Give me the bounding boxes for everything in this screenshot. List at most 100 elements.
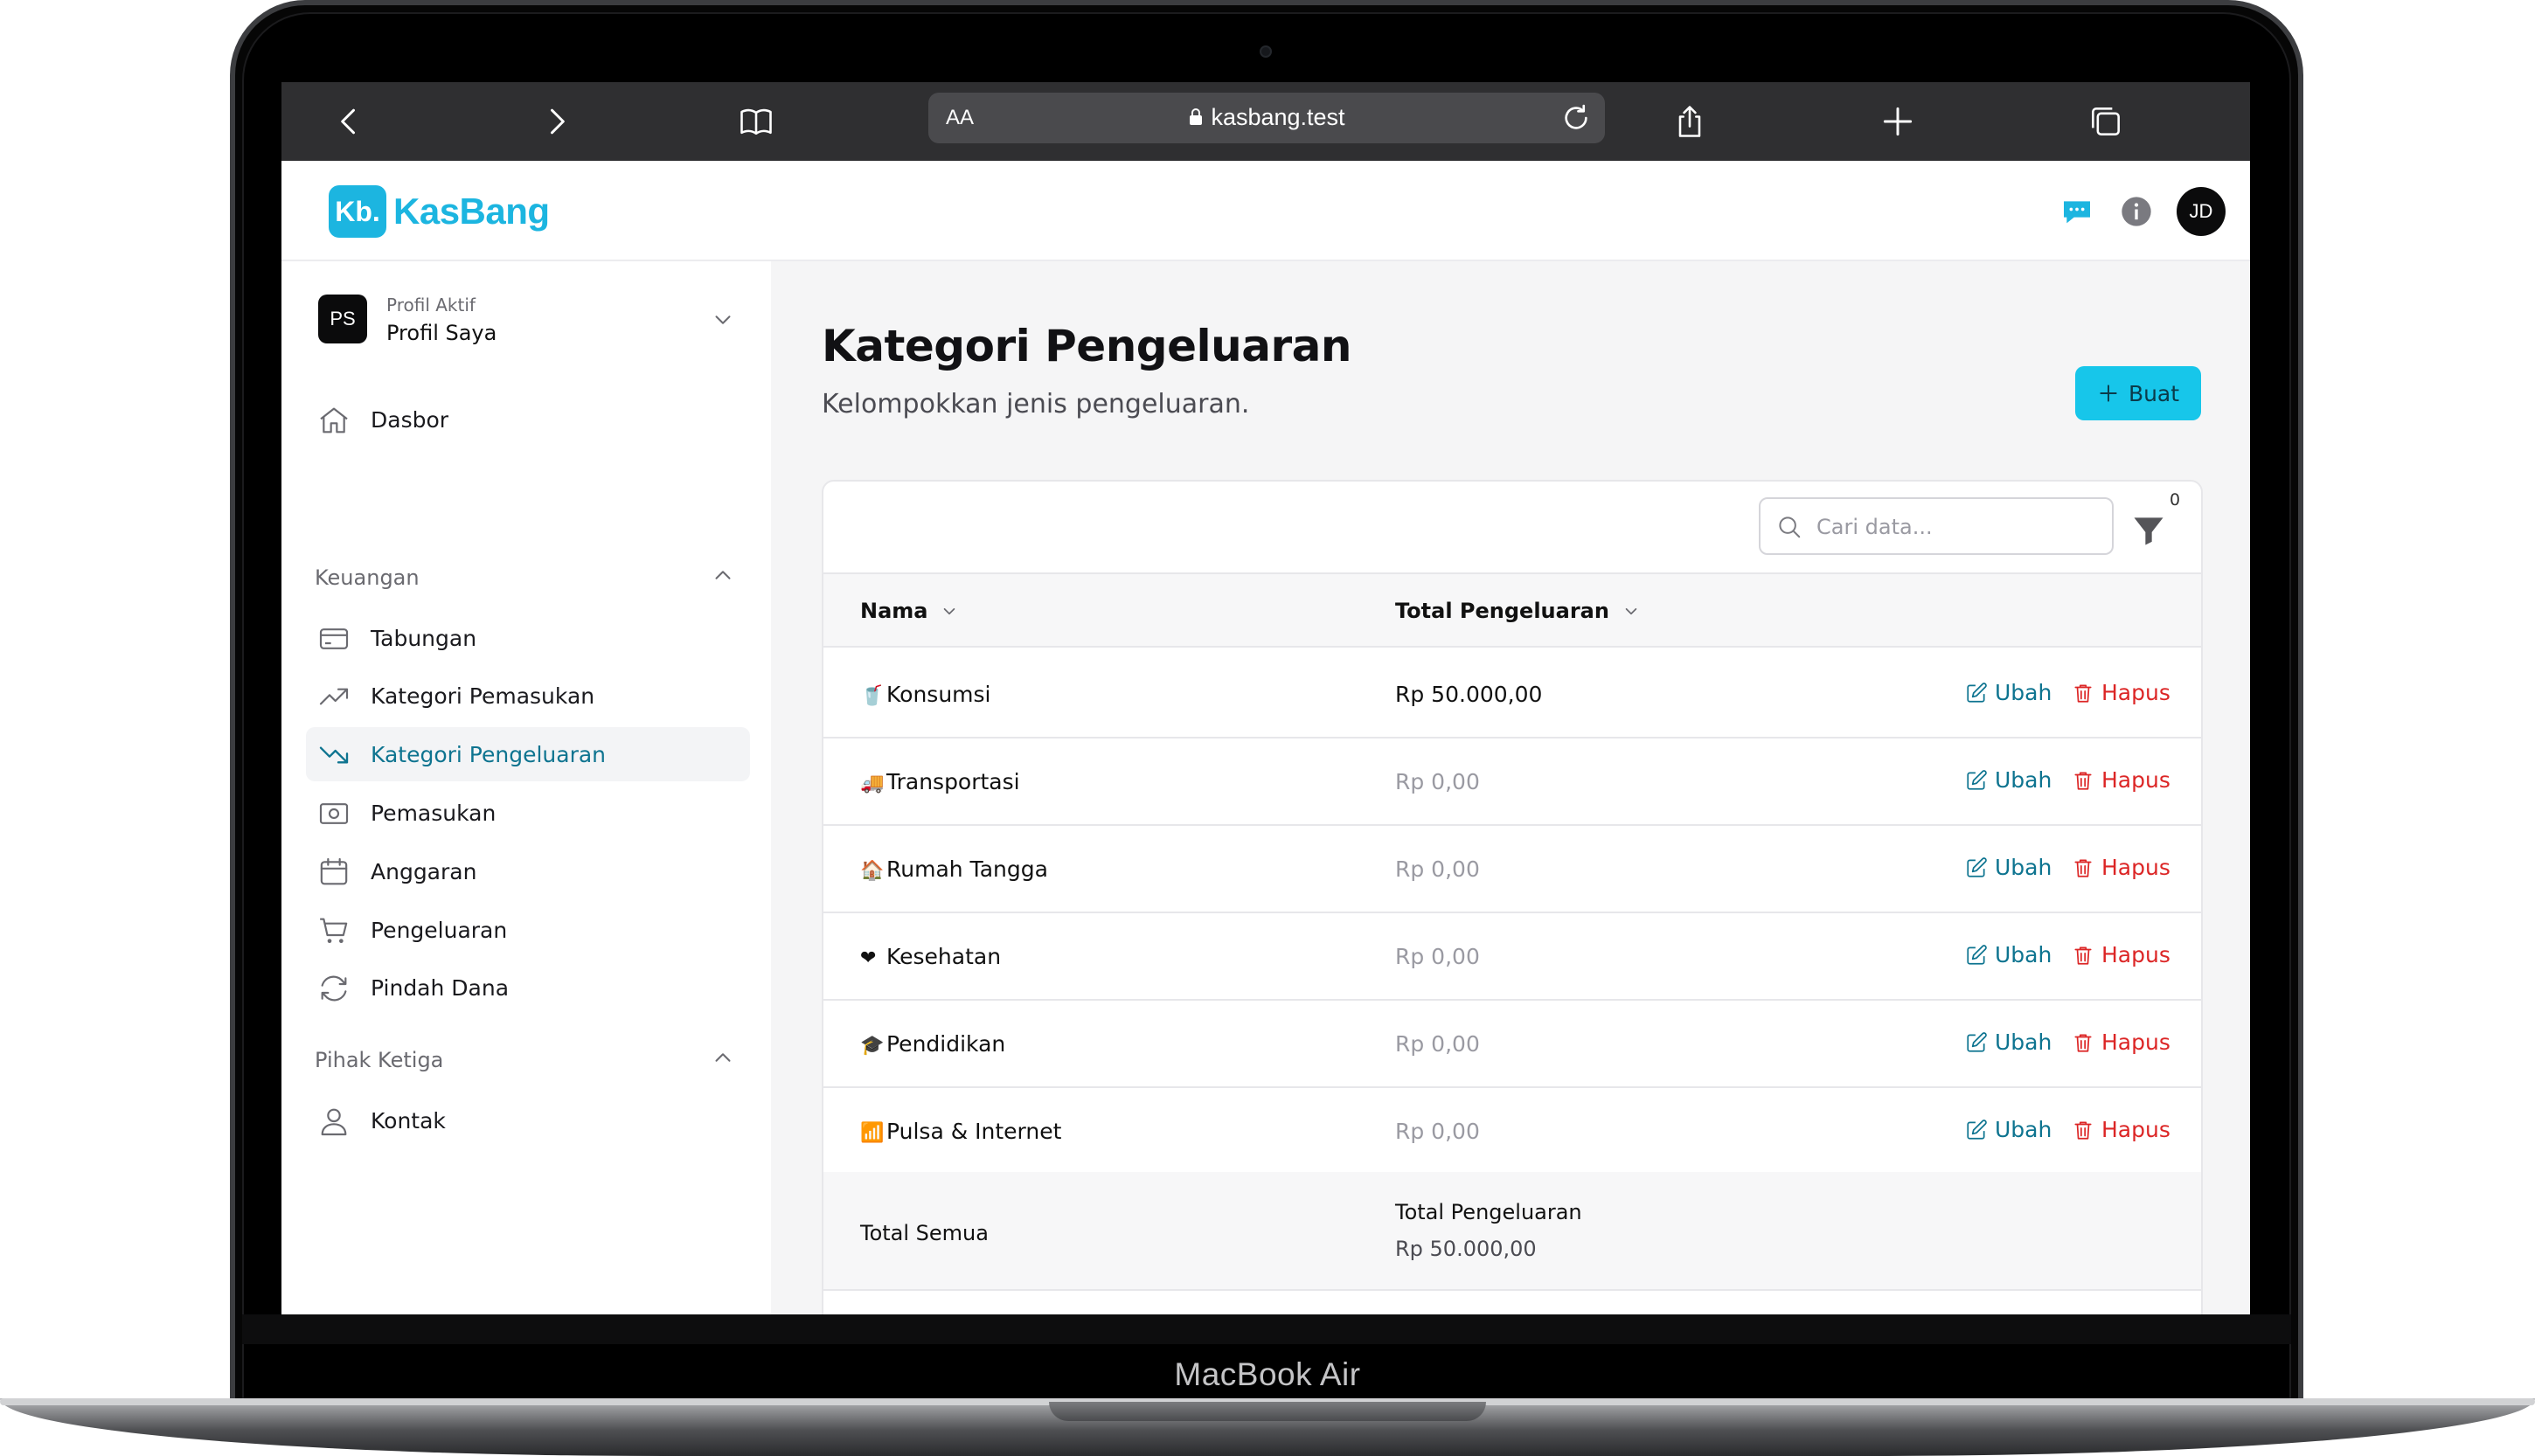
category-name-cell: 🏠 Rumah Tangga [860, 856, 1048, 882]
edit-button[interactable]: Ubah [1965, 855, 2052, 880]
laptop-notch [1049, 1402, 1486, 1421]
chevron-up-icon[interactable] [710, 562, 736, 588]
sidebar-item-contacts[interactable]: Kontak [306, 1093, 750, 1147]
footer-total-value: Rp 50.000,00 [1395, 1237, 1537, 1261]
chat-icon[interactable] [2059, 194, 2094, 229]
sidebar-item-dashboard[interactable]: Dasbor [306, 392, 750, 447]
tabs-icon [2092, 107, 2120, 135]
column-header-label: Total Pengeluaran [1395, 599, 1609, 623]
app-header: Kb. KasBang JD [281, 161, 2250, 261]
share-button[interactable] [1668, 100, 1712, 143]
edit-button[interactable]: Ubah [1965, 767, 2052, 793]
bezel-chin [242, 1314, 2291, 1344]
info-icon[interactable] [2119, 194, 2154, 229]
back-button[interactable] [327, 100, 371, 143]
sidebar-item-income[interactable]: Pemasukan [306, 786, 750, 840]
filter-icon[interactable] [2129, 511, 2168, 550]
delete-button[interactable]: Hapus [2072, 680, 2170, 705]
create-button[interactable]: Buat [2075, 366, 2201, 420]
delete-button[interactable]: Hapus [2072, 767, 2170, 793]
table-row: ❤ Kesehatan Rp 0,00 Ubah Hapus [823, 913, 2201, 1001]
category-total: Rp 0,00 [1395, 769, 1480, 794]
sidebar-item-income-categories[interactable]: Kategori Pemasukan [306, 669, 750, 723]
search-input[interactable] [1816, 511, 2096, 543]
edit-button-label: Ubah [1995, 767, 2052, 793]
create-button-label: Buat [2128, 380, 2180, 406]
reload-icon[interactable] [1558, 100, 1594, 136]
delete-button[interactable]: Hapus [2072, 1030, 2170, 1055]
edit-button[interactable]: Ubah [1965, 942, 2052, 967]
profile-badge: PS [318, 295, 367, 343]
sidebar-item-label: Kategori Pengeluaran [371, 742, 607, 767]
category-emoji: 🏠 [860, 860, 885, 882]
transfer-icon [321, 975, 347, 1002]
sidebar-item-expense-categories[interactable]: Kategori Pengeluaran [306, 727, 750, 781]
delete-button-label: Hapus [2101, 855, 2170, 880]
category-emoji: 🥤 [860, 685, 885, 707]
table-footer: Total Semua Total Pengeluaran Rp 50.000,… [823, 1172, 2201, 1291]
edit-button[interactable]: Ubah [1965, 680, 2052, 705]
delete-button-label: Hapus [2101, 1117, 2170, 1142]
sidebar-item-budget[interactable]: Anggaran [306, 844, 750, 898]
category-name-cell: 📶 Pulsa & Internet [860, 1119, 1061, 1144]
trash-icon [2074, 1120, 2092, 1140]
edit-button-label: Ubah [1995, 680, 2052, 705]
screen: AA kasbang.test Kb. KasBang JD PS Profil… [281, 82, 2250, 1314]
delete-button[interactable]: Hapus [2072, 1117, 2170, 1142]
filter-count-badge: 0 [2170, 490, 2181, 510]
category-emoji: 📶 [860, 1122, 885, 1144]
trash-icon [2074, 771, 2092, 790]
sidebar-item-label: Kontak [371, 1108, 446, 1134]
delete-button-label: Hapus [2101, 942, 2170, 967]
chevron-right-icon [551, 108, 565, 135]
edit-icon [1967, 682, 1987, 703]
column-header-total[interactable]: Total Pengeluaran [1395, 599, 1643, 623]
trend-up-icon [319, 688, 349, 705]
sidebar-item-label: Dasbor [371, 407, 449, 433]
category-name-cell: ❤ Kesehatan [860, 944, 1001, 969]
edit-button[interactable]: Ubah [1965, 1030, 2052, 1055]
column-header-name[interactable]: Nama [860, 599, 961, 623]
edit-icon [1967, 769, 1987, 790]
user-avatar[interactable]: JD [2177, 187, 2226, 236]
table-card: 0 Nama Total Pengeluaran 🥤Konsumsi Rp 50… [822, 480, 2203, 1314]
sidebar-item-expenses[interactable]: Pengeluaran [306, 903, 750, 957]
sidebar: PS Profil Aktif Profil Saya Dasbor Keuan… [281, 261, 771, 1314]
category-total: Rp 0,00 [1395, 856, 1480, 882]
sidebar-item-transfer[interactable]: Pindah Dana [306, 960, 750, 1015]
category-total: Rp 0,00 [1395, 1031, 1480, 1057]
footer-label: Total Semua [860, 1221, 989, 1245]
tabs-overview-button[interactable] [2084, 100, 2128, 143]
address-bar[interactable]: AA kasbang.test [928, 93, 1605, 143]
delete-button[interactable]: Hapus [2072, 855, 2170, 880]
table-row: 📶 Pulsa & Internet Rp 0,00 Ubah Hapus [823, 1088, 2201, 1175]
category-total: Rp 50.000,00 [1395, 682, 1543, 707]
profile-name: Profil Saya [386, 321, 497, 345]
sidebar-item-savings[interactable]: Tabungan [306, 611, 750, 665]
logo-text[interactable]: KasBang [393, 185, 550, 238]
plus-icon [1883, 107, 1913, 136]
category-name: Konsumsi [886, 682, 991, 707]
logo-mark[interactable]: Kb. [329, 185, 386, 238]
edit-button[interactable]: Ubah [1965, 1117, 2052, 1142]
category-total: Rp 0,00 [1395, 1119, 1480, 1144]
main-content: Kategori Pengeluaran Kelompokkan jenis p… [771, 261, 2250, 1314]
forward-button[interactable] [535, 100, 579, 143]
sidebar-item-label: Anggaran [371, 859, 477, 884]
table-header: Nama Total Pengeluaran [823, 572, 2201, 648]
edit-button-label: Ubah [1995, 1030, 2052, 1055]
category-total: Rp 0,00 [1395, 944, 1480, 969]
group-label-third-party: Pihak Ketiga [315, 1048, 444, 1072]
home-icon [320, 407, 348, 433]
edit-icon [1967, 1031, 1987, 1052]
bookmarks-button[interactable] [734, 100, 778, 143]
table-row: 🥤 Konsumsi Rp 50.000,00 Ubah Hapus [823, 651, 2201, 738]
chevron-up-icon[interactable] [710, 1044, 736, 1071]
chevron-down-icon [944, 607, 955, 615]
chevron-down-icon[interactable] [710, 307, 736, 333]
device-label: MacBook Air [1174, 1356, 1361, 1392]
category-name: Pulsa & Internet [886, 1119, 1062, 1144]
new-tab-button[interactable] [1876, 100, 1920, 143]
search-box[interactable] [1759, 497, 2114, 555]
delete-button[interactable]: Hapus [2072, 942, 2170, 967]
